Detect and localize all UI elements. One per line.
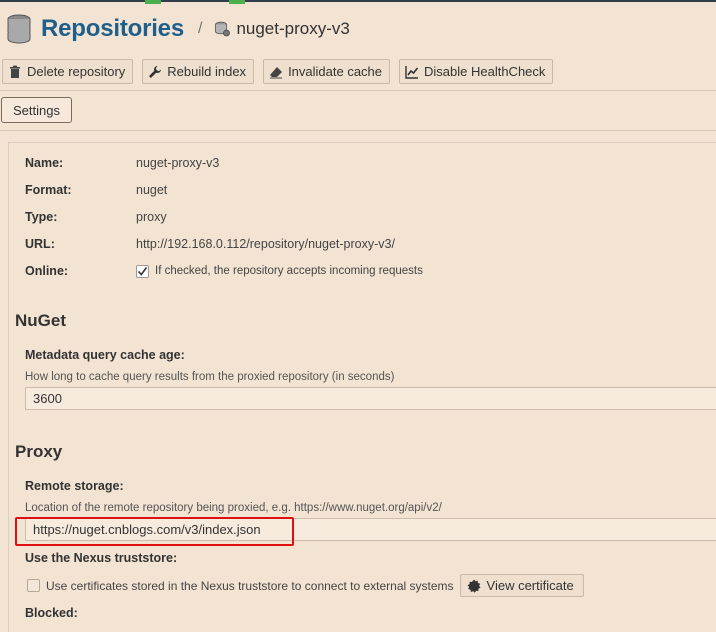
delete-repository-label: Delete repository (27, 64, 126, 79)
breadcrumb-separator: / (197, 20, 203, 37)
name-label: Name: (25, 156, 64, 170)
type-label: Type: (25, 210, 58, 224)
nuget-section-heading: NuGet (15, 311, 66, 330)
line-chart-icon (405, 65, 419, 79)
truststore-help: Use certificates stored in the Nexus tru… (46, 578, 454, 593)
delete-repository-button[interactable]: Delete repository (2, 59, 134, 84)
truststore-checkbox[interactable] (27, 579, 40, 592)
proxy-section-heading: Proxy (15, 442, 63, 461)
remote-storage-label: Remote storage: (25, 479, 124, 493)
rebuild-index-label: Rebuild index (167, 64, 247, 79)
rebuild-index-button[interactable]: Rebuild index (142, 59, 255, 84)
online-row: Online: If checked, the repository accep… (25, 264, 423, 278)
type-value: proxy (136, 210, 167, 224)
truststore-row: Use certificates stored in the Nexus tru… (27, 574, 584, 597)
name-value: nuget-proxy-v3 (136, 156, 220, 170)
remote-storage-help: Location of the remote repository being … (25, 502, 442, 514)
top-accent-left (145, 0, 161, 4)
online-help: If checked, the repository accepts incom… (155, 265, 423, 277)
check-icon (137, 266, 148, 276)
url-label: URL: (25, 237, 55, 251)
cache-age-help: How long to cache query results from the… (25, 371, 395, 383)
highlight-box (15, 517, 294, 546)
cache-age-input[interactable]: 3600 (25, 387, 716, 410)
disable-healthcheck-label: Disable HealthCheck (424, 64, 546, 79)
online-checkbox[interactable] (136, 264, 149, 278)
online-label: Online: (25, 264, 69, 278)
url-row: URL: http://192.168.0.112/repository/nug… (25, 237, 395, 251)
view-certificate-button[interactable]: View certificate (459, 574, 584, 597)
top-bar (0, 0, 716, 2)
database-icon (7, 14, 31, 44)
toolbar-divider (0, 90, 716, 91)
page-header: Repositories / nuget-proxy-v3 (6, 12, 350, 46)
invalidate-cache-label: Invalidate cache (288, 64, 383, 79)
page-title[interactable]: Repositories (41, 15, 184, 43)
tabs-divider (0, 130, 716, 131)
format-row: Format: nuget (25, 183, 167, 197)
view-certificate-label: View certificate (486, 578, 574, 593)
url-value[interactable]: http://192.168.0.112/repository/nuget-pr… (136, 237, 395, 251)
repository-icon (215, 21, 231, 37)
breadcrumb-current: nuget-proxy-v3 (236, 19, 350, 38)
invalidate-cache-button[interactable]: Invalidate cache (263, 59, 391, 84)
format-label: Format: (25, 183, 72, 197)
certificate-icon (467, 579, 481, 593)
top-accent-right (229, 0, 245, 4)
repository-toolbar: Delete repository Rebuild index Invalida… (2, 59, 554, 84)
disable-healthcheck-button[interactable]: Disable HealthCheck (399, 59, 554, 84)
type-row: Type: proxy (25, 210, 167, 224)
tab-settings[interactable]: Settings (1, 97, 72, 123)
eraser-icon (270, 66, 283, 78)
format-value: nuget (136, 183, 168, 197)
blocked-label: Blocked: (25, 606, 78, 620)
wrench-icon (149, 65, 162, 78)
trash-icon (10, 65, 20, 78)
name-row: Name: nuget-proxy-v3 (25, 156, 219, 170)
truststore-label: Use the Nexus truststore: (25, 551, 178, 565)
cache-age-label: Metadata query cache age: (25, 348, 185, 362)
